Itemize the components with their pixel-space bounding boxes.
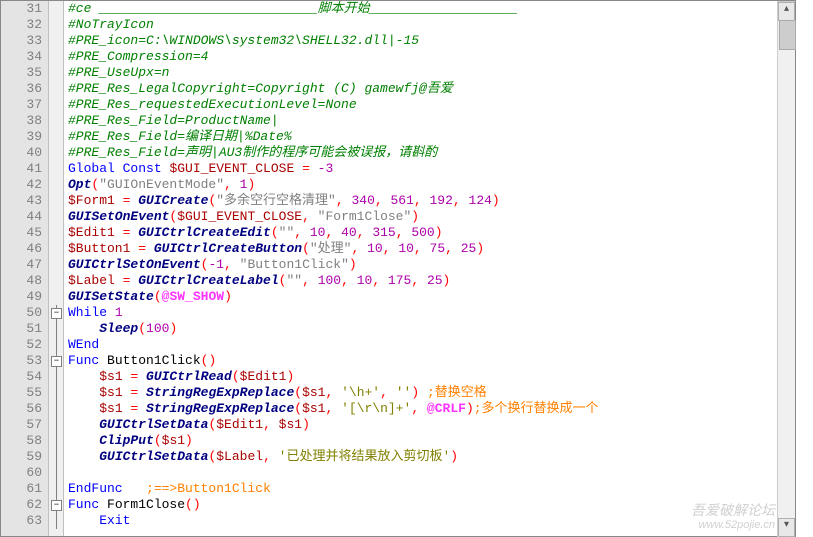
fold-toggle[interactable]: − (51, 356, 62, 367)
vertical-scrollbar[interactable]: ▴ ▾ (777, 1, 795, 537)
line-number: 31 (1, 1, 42, 17)
line-number: 61 (1, 481, 42, 497)
code-line[interactable]: GUICtrlSetData($Label, '已处理并将结果放入剪切板') (68, 449, 795, 465)
code-line[interactable]: $Label = GUICtrlCreateLabel("", 100, 10,… (68, 273, 795, 289)
line-number: 40 (1, 145, 42, 161)
code-line[interactable]: $s1 = GUICtrlRead($Edit1) (68, 369, 795, 385)
code-line[interactable]: $s1 = StringRegExpReplace($s1, '[\r\n]+'… (68, 401, 795, 417)
line-number: 39 (1, 129, 42, 145)
line-number: 41 (1, 161, 42, 177)
scroll-down-button[interactable]: ▾ (778, 518, 795, 537)
code-line[interactable]: GUISetOnEvent($GUI_EVENT_CLOSE, "Form1Cl… (68, 209, 795, 225)
code-line[interactable]: GUISetState(@SW_SHOW) (68, 289, 795, 305)
line-number: 43 (1, 193, 42, 209)
line-number: 57 (1, 417, 42, 433)
code-line[interactable]: #PRE_Compression=4 (68, 49, 795, 65)
line-number: 59 (1, 449, 42, 465)
fold-toggle[interactable]: − (51, 500, 62, 511)
code-line[interactable]: ClipPut($s1) (68, 433, 795, 449)
line-number: 32 (1, 17, 42, 33)
code-line[interactable]: #PRE_Res_Field=编译日期|%Date% (68, 129, 795, 145)
line-number: 46 (1, 241, 42, 257)
line-number: 58 (1, 433, 42, 449)
code-area[interactable]: #ce ____________________________脚本开始____… (64, 1, 795, 536)
code-line[interactable]: EndFunc ;==>Button1Click (68, 481, 795, 497)
code-line[interactable]: #PRE_Res_Field=声明|AU3制作的程序可能会被误报，请斟酌 (68, 145, 795, 161)
code-line[interactable]: #ce ____________________________脚本开始____… (68, 1, 795, 17)
code-line[interactable]: $Edit1 = GUICtrlCreateEdit("", 10, 40, 3… (68, 225, 795, 241)
code-line[interactable]: Func Form1Close() (68, 497, 795, 513)
line-number: 56 (1, 401, 42, 417)
line-number: 37 (1, 97, 42, 113)
code-line[interactable]: Global Const $GUI_EVENT_CLOSE = -3 (68, 161, 795, 177)
fold-margin[interactable]: − − − (49, 1, 64, 536)
code-line[interactable]: #PRE_Res_Field=ProductName| (68, 113, 795, 129)
code-line[interactable]: #PRE_Res_requestedExecutionLevel=None (68, 97, 795, 113)
line-number: 60 (1, 465, 42, 481)
code-editor: 3132333435363738394041424344454647484950… (0, 0, 796, 537)
code-line[interactable]: Sleep(100) (68, 321, 795, 337)
line-number: 54 (1, 369, 42, 385)
code-line[interactable]: While 1 (68, 305, 795, 321)
code-line[interactable]: WEnd (68, 337, 795, 353)
line-number: 35 (1, 65, 42, 81)
code-line[interactable]: #PRE_UseUpx=n (68, 65, 795, 81)
line-number: 53 (1, 353, 42, 369)
code-line[interactable]: #PRE_Res_LegalCopyright=Copyright (C) ga… (68, 81, 795, 97)
code-line[interactable]: $Button1 = GUICtrlCreateButton("处理", 10,… (68, 241, 795, 257)
line-number: 44 (1, 209, 42, 225)
line-number: 49 (1, 289, 42, 305)
scroll-thumb[interactable] (779, 20, 796, 50)
line-number: 42 (1, 177, 42, 193)
line-number: 33 (1, 33, 42, 49)
line-number: 62 (1, 497, 42, 513)
code-line[interactable]: $s1 = StringRegExpReplace($s1, '\h+', ''… (68, 385, 795, 401)
fold-toggle[interactable]: − (51, 308, 62, 319)
line-number: 36 (1, 81, 42, 97)
code-line[interactable] (68, 465, 795, 481)
line-number: 45 (1, 225, 42, 241)
code-line[interactable]: Exit (68, 513, 795, 529)
line-number: 51 (1, 321, 42, 337)
code-line[interactable]: #PRE_icon=C:\WINDOWS\system32\SHELL32.dl… (68, 33, 795, 49)
line-number: 50 (1, 305, 42, 321)
line-number: 47 (1, 257, 42, 273)
line-number: 55 (1, 385, 42, 401)
code-line[interactable]: GUICtrlSetData($Edit1, $s1) (68, 417, 795, 433)
code-line[interactable]: #NoTrayIcon (68, 17, 795, 33)
scroll-up-button[interactable]: ▴ (778, 2, 795, 21)
line-number: 52 (1, 337, 42, 353)
code-line[interactable]: Func Button1Click() (68, 353, 795, 369)
code-line[interactable]: Opt("GUIOnEventMode", 1) (68, 177, 795, 193)
code-line[interactable]: GUICtrlSetOnEvent(-1, "Button1Click") (68, 257, 795, 273)
line-number: 38 (1, 113, 42, 129)
line-number: 34 (1, 49, 42, 65)
line-number-gutter: 3132333435363738394041424344454647484950… (1, 1, 49, 536)
line-number: 48 (1, 273, 42, 289)
line-number: 63 (1, 513, 42, 529)
code-line[interactable]: $Form1 = GUICreate("多余空行空格清理", 340, 561,… (68, 193, 795, 209)
